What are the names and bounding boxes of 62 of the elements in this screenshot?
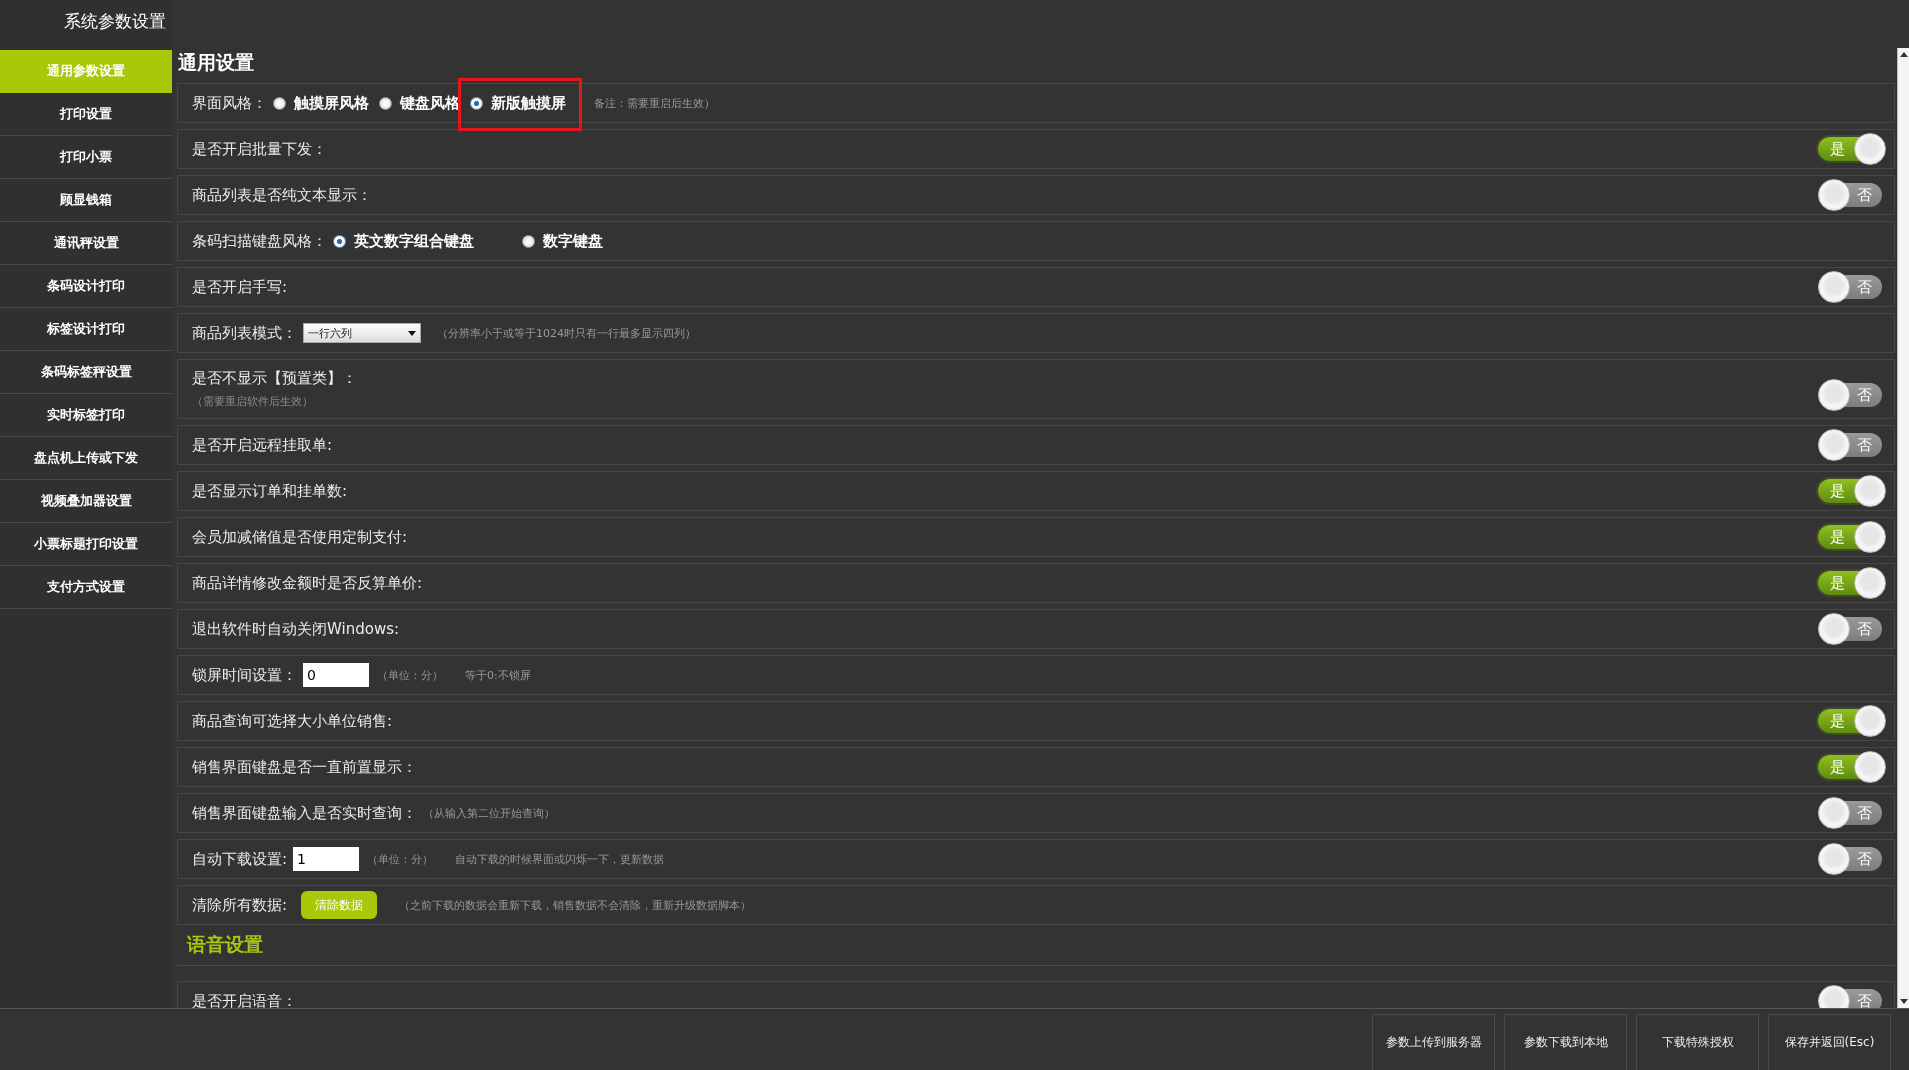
sidebar-item[interactable]: 条码设计打印 [0, 265, 172, 308]
scrollbar[interactable] [1897, 48, 1909, 1008]
action-button[interactable]: 下载特殊授权 [1636, 1014, 1759, 1070]
setting-hint: （之前下载的数据会重新下载，销售数据不会清除，重新升级数据脚本） [399, 897, 752, 913]
sidebar-item[interactable]: 条码标签秤设置 [0, 351, 172, 394]
setting-label: 会员加减储值是否使用定制支付: [192, 527, 408, 547]
setting-hint: 等于0:不锁屏 [465, 667, 531, 683]
action-button[interactable]: 参数下载到本地 [1504, 1014, 1627, 1070]
section-title: 语音设置 [187, 932, 263, 957]
setting-hint: 自动下载的时候界面或闪烁一下，更新数据 [455, 851, 665, 867]
radio-button[interactable] [379, 96, 392, 110]
number-field[interactable]: 0 [303, 663, 369, 687]
setting-label: 销售界面键盘是否一直前置显示： [192, 757, 417, 777]
setting-label: 自动下载设置: [192, 849, 288, 869]
setting-label: 商品列表模式： [192, 323, 297, 343]
setting-label: 锁屏时间设置： [192, 665, 297, 685]
sidebar-item[interactable]: 顾显钱箱 [0, 179, 172, 222]
sidebar-item[interactable]: 实时标签打印 [0, 394, 172, 437]
number-field[interactable]: 1 [293, 847, 360, 871]
radio-label[interactable]: 英文数字组合键盘 [354, 231, 474, 251]
unit-hint: （单位：分） [377, 667, 443, 683]
caret-icon [408, 330, 416, 336]
setting-label: 商品查询可选择大小单位销售: [192, 711, 393, 731]
radio-button[interactable] [333, 234, 346, 248]
setting-label: 是否显示订单和挂单数: [192, 481, 348, 501]
sidebar-item[interactable]: 打印小票 [0, 136, 172, 179]
sidebar-item[interactable]: 视频叠加器设置 [0, 480, 172, 523]
radio-button[interactable] [522, 234, 535, 248]
setting-hint: （需要重启软件后生效） [192, 394, 314, 409]
setting-hint: （从输入第二位开始查询） [423, 805, 555, 821]
sidebar-item[interactable]: 通讯秤设置 [0, 222, 172, 265]
sidebar-item[interactable]: 打印设置 [0, 93, 172, 136]
setting-label: 界面风格： [192, 93, 267, 113]
setting-label: 是否开启远程挂取单: [192, 435, 333, 455]
section-title: 通用设置 [178, 50, 254, 75]
action-button[interactable]: 参数上传到服务器 [1372, 1014, 1495, 1070]
app-title: 系统参数设置 [63, 9, 167, 33]
setting-hint: （分辨率小于或等于1024时只有一行最多显示四列） [437, 325, 696, 341]
dropdown[interactable]: 一行六列 [303, 323, 421, 343]
setting-label: 退出软件时自动关闭Windows: [192, 619, 399, 639]
setting-label: 清除所有数据: [192, 895, 288, 915]
setting-label: 是否开启手写: [192, 277, 288, 297]
radio-label[interactable]: 新版触摸屏 [491, 93, 566, 113]
radio-label[interactable]: 数字键盘 [543, 231, 603, 251]
radio-button[interactable] [273, 96, 286, 110]
setting-label: 是否开启语音： [192, 991, 297, 1008]
sidebar-item[interactable]: 标签设计打印 [0, 308, 172, 351]
sidebar-item[interactable]: 盘点机上传或下发 [0, 437, 172, 480]
sidebar-item[interactable]: 支付方式设置 [0, 566, 172, 609]
setting-label: 条码扫描键盘风格： [192, 231, 327, 251]
sidebar-item[interactable]: 小票标题打印设置 [0, 523, 172, 566]
radio-label[interactable]: 触摸屏风格 [294, 93, 369, 113]
radio-label[interactable]: 键盘风格 [400, 93, 460, 113]
action-button[interactable]: 保存并返回(Esc) [1768, 1014, 1891, 1070]
setting-label: 销售界面键盘输入是否实时查询： [192, 803, 417, 823]
unit-hint: （单位：分） [367, 851, 434, 867]
setting-label: 商品列表是否纯文本显示： [192, 185, 372, 205]
setting-label: 商品详情修改金额时是否反算单价: [192, 573, 423, 593]
radio-button[interactable] [470, 96, 483, 110]
setting-hint: 备注：需要重启后生效） [594, 95, 715, 111]
setting-label: 是否不显示【预置类】： [192, 369, 357, 388]
setting-label: 是否开启批量下发： [192, 139, 327, 159]
